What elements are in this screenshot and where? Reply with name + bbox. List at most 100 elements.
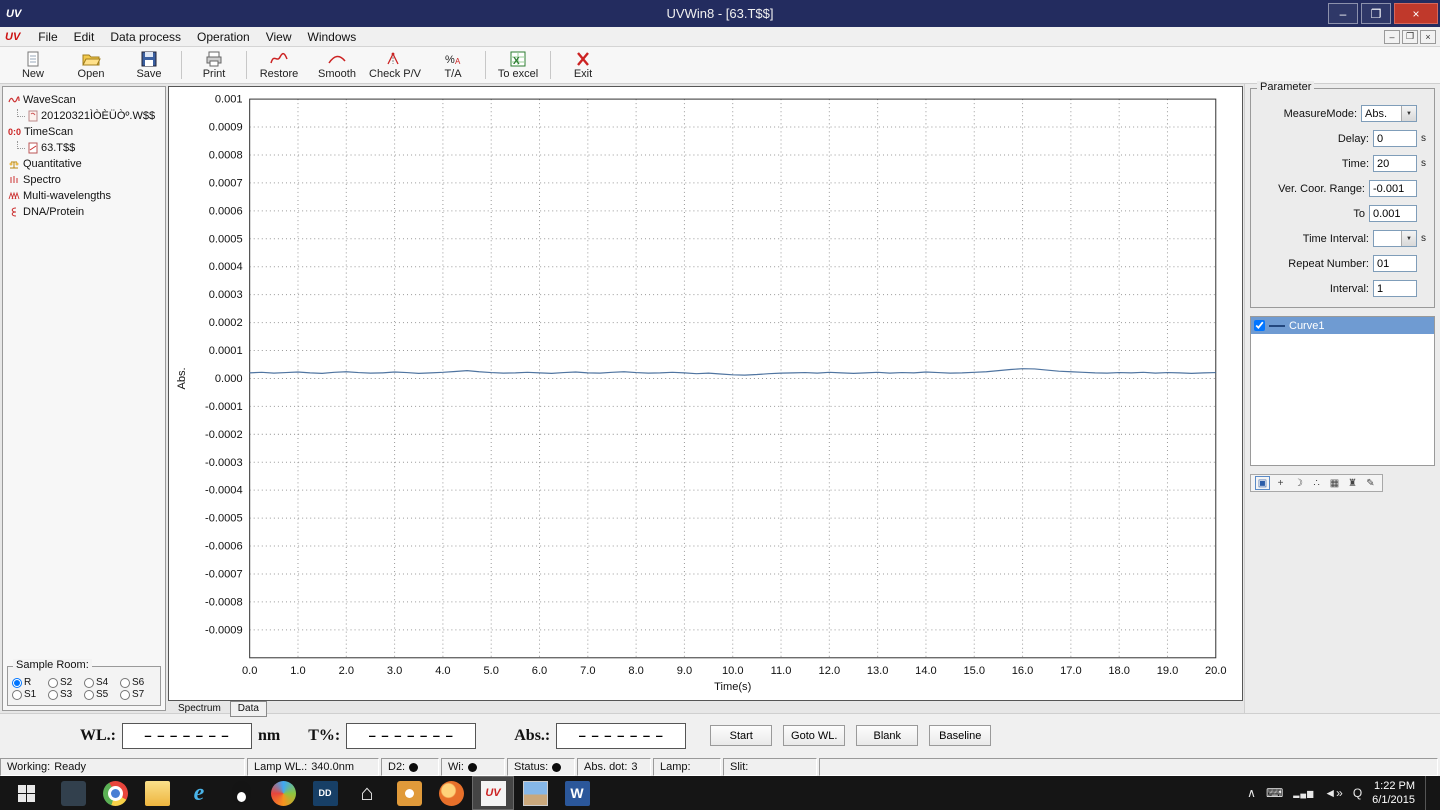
- range-to-input[interactable]: [1369, 205, 1417, 222]
- blank-button[interactable]: Blank: [856, 725, 918, 746]
- measure-mode-select[interactable]: Abs. ▼: [1361, 105, 1417, 122]
- taskbar-app-tools[interactable]: [388, 776, 430, 810]
- menu-operation[interactable]: Operation: [189, 27, 258, 46]
- method-tree: WaveScan 20120321ÌÒÈÜÒº.W$$ 0:0 TimeScan…: [3, 87, 165, 225]
- range-from-input[interactable]: [1369, 180, 1417, 197]
- wl-readout[interactable]: [122, 723, 252, 749]
- taskbar-app-chrome[interactable]: [94, 776, 136, 810]
- mdi-window-controls: – ❐ ×: [1384, 30, 1436, 44]
- curve1-checkbox[interactable]: [1254, 320, 1265, 331]
- network-icon[interactable]: ▂▄▆: [1293, 789, 1314, 798]
- display-icon[interactable]: ▣: [1255, 476, 1270, 490]
- dark-mode-icon[interactable]: ☽: [1291, 476, 1306, 490]
- show-desktop-button[interactable]: [1425, 776, 1432, 810]
- sample-room-option-s5[interactable]: S5: [84, 689, 120, 700]
- taskbar-app-explorer[interactable]: [136, 776, 178, 810]
- svg-text:20.0: 20.0: [1205, 665, 1227, 677]
- tree-item-multi-wavelengths[interactable]: Multi-wavelengths: [5, 188, 163, 204]
- file-icon: [28, 110, 38, 122]
- taskbar-app-game[interactable]: [262, 776, 304, 810]
- close-button[interactable]: ×: [1394, 3, 1438, 24]
- to-excel-button[interactable]: X To excel: [489, 47, 547, 83]
- baseline-button[interactable]: Baseline: [929, 725, 991, 746]
- sample-room-option-s2[interactable]: S2: [48, 677, 84, 688]
- interval-input[interactable]: [1373, 280, 1417, 297]
- tree-item-spectro[interactable]: Spectro: [5, 172, 163, 188]
- tab-spectrum[interactable]: Spectrum: [171, 702, 228, 716]
- start-button[interactable]: Start: [710, 725, 772, 746]
- start-button-windows[interactable]: [0, 776, 52, 810]
- taskbar-app-qq[interactable]: [220, 776, 262, 810]
- sample-room-option-s3[interactable]: S3: [48, 689, 84, 700]
- tab-data[interactable]: Data: [230, 701, 267, 717]
- input-language-icon[interactable]: Q: [1353, 786, 1362, 800]
- hidden-icons-chevron-icon[interactable]: ∧: [1247, 786, 1256, 800]
- menu-view[interactable]: View: [258, 27, 300, 46]
- ta-button[interactable]: %A T/A: [424, 47, 482, 83]
- status-wi: Wi:: [441, 758, 505, 776]
- timescan-plot[interactable]: 0.01.02.03.04.05.06.07.08.09.010.011.012…: [169, 87, 1242, 700]
- tree-item-timescan-file[interactable]: 63.T$$: [5, 140, 163, 156]
- t-percent-readout[interactable]: [346, 723, 476, 749]
- chart-icon[interactable]: ♜: [1345, 476, 1360, 490]
- abs-readout[interactable]: [556, 723, 686, 749]
- taskbar-app-uvwin-active[interactable]: UV: [472, 776, 514, 810]
- check-pv-button[interactable]: Check P/V: [366, 47, 424, 83]
- restore-curve-icon: [269, 51, 289, 67]
- home-icon: ⌂: [355, 781, 380, 806]
- menu-edit[interactable]: Edit: [66, 27, 103, 46]
- taskbar-app-browser[interactable]: [430, 776, 472, 810]
- child-restore-button[interactable]: ❐: [1402, 30, 1418, 44]
- taskbar-app-word[interactable]: W: [556, 776, 598, 810]
- time-input[interactable]: [1373, 155, 1417, 172]
- tree-item-dna-protein[interactable]: DNA/Protein: [5, 204, 163, 220]
- print-button[interactable]: Print: [185, 47, 243, 83]
- timescan-chart[interactable]: 0.01.02.03.04.05.06.07.08.09.010.011.012…: [168, 86, 1243, 701]
- exit-button[interactable]: Exit: [554, 47, 612, 83]
- smooth-button[interactable]: Smooth: [308, 47, 366, 83]
- restore-curve-button[interactable]: Restore: [250, 47, 308, 83]
- save-button[interactable]: Save: [120, 47, 178, 83]
- settings-icon[interactable]: ✎: [1363, 476, 1378, 490]
- tree-item-timescan[interactable]: 0:0 TimeScan: [5, 124, 163, 140]
- tree-item-wavescan[interactable]: WaveScan: [5, 92, 163, 108]
- goto-wl-button[interactable]: Goto WL.: [783, 725, 845, 746]
- tree-item-wavescan-file[interactable]: 20120321ÌÒÈÜÒº.W$$: [5, 108, 163, 124]
- to-excel-icon: X: [508, 51, 528, 67]
- repeat-number-input[interactable]: [1373, 255, 1417, 272]
- delay-input[interactable]: [1373, 130, 1417, 147]
- center-icon[interactable]: +: [1273, 476, 1288, 490]
- taskbar-app-dd[interactable]: DD: [304, 776, 346, 810]
- menu-windows[interactable]: Windows: [300, 27, 365, 46]
- points-icon[interactable]: ∴: [1309, 476, 1324, 490]
- svg-text:0.0: 0.0: [242, 665, 257, 677]
- child-minimize-button[interactable]: –: [1384, 30, 1400, 44]
- minimize-button[interactable]: –: [1328, 3, 1358, 24]
- touch-keyboard-icon[interactable]: ⌨: [1266, 786, 1283, 800]
- new-button[interactable]: New: [4, 47, 62, 83]
- sample-room-option-r[interactable]: R: [12, 677, 48, 688]
- time-interval-select[interactable]: ▼: [1373, 230, 1417, 247]
- sample-room-option-s6[interactable]: S6: [120, 677, 156, 688]
- svg-text:6.0: 6.0: [532, 665, 547, 677]
- taskbar-app-photos[interactable]: [514, 776, 556, 810]
- svg-text:0.0004: 0.0004: [209, 261, 243, 273]
- menu-data-process[interactable]: Data process: [102, 27, 189, 46]
- sample-room-option-s7[interactable]: S7: [120, 689, 156, 700]
- child-close-button[interactable]: ×: [1420, 30, 1436, 44]
- taskbar-clock[interactable]: 1:22 PM 6/1/2015: [1372, 779, 1415, 808]
- taskbar-app-home[interactable]: ⌂: [346, 776, 388, 810]
- restore-button[interactable]: ❐: [1361, 3, 1391, 24]
- status-abs-dot-value: 3: [631, 761, 637, 773]
- grid-icon[interactable]: ▦: [1327, 476, 1342, 490]
- curve-row-curve1[interactable]: Curve1: [1251, 317, 1434, 334]
- taskbar-app-utility[interactable]: [52, 776, 94, 810]
- svg-text:4.0: 4.0: [435, 665, 450, 677]
- sample-room-option-s1[interactable]: S1: [12, 689, 48, 700]
- sample-room-option-s4[interactable]: S4: [84, 677, 120, 688]
- tree-item-quantitative[interactable]: Quantitative: [5, 156, 163, 172]
- menu-file[interactable]: File: [30, 27, 65, 46]
- open-button[interactable]: Open: [62, 47, 120, 83]
- taskbar-app-ie[interactable]: e: [178, 776, 220, 810]
- volume-icon[interactable]: ◄»: [1324, 786, 1343, 800]
